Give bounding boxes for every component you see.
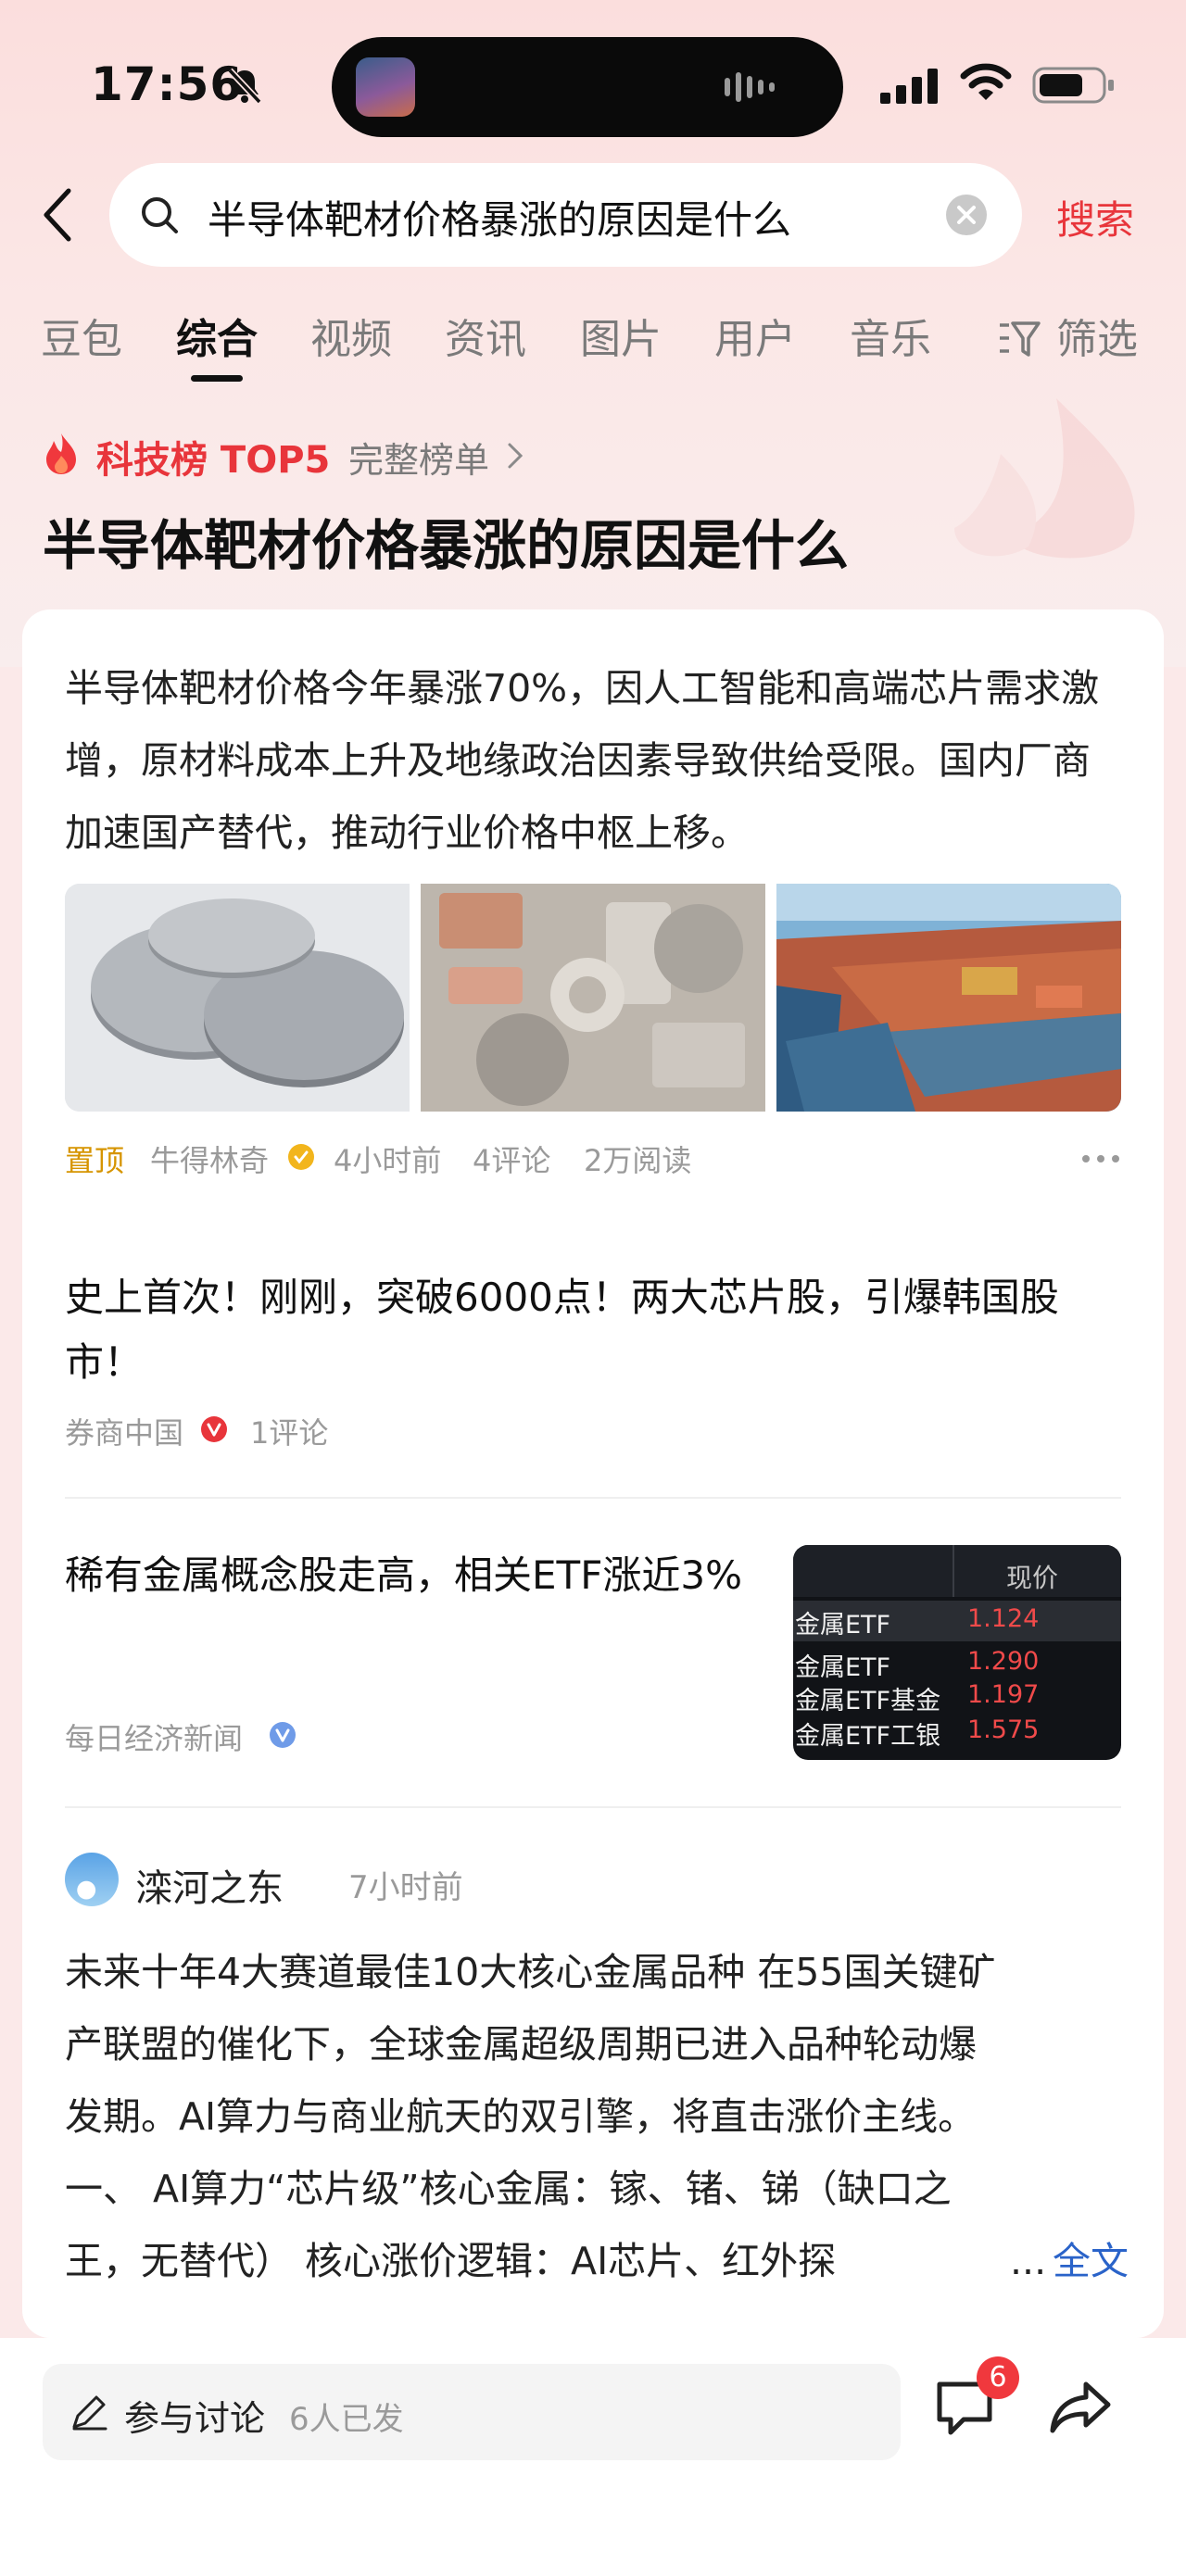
- dynamic-island[interactable]: [332, 37, 843, 137]
- status-time: 17:56: [91, 57, 244, 111]
- news-source[interactable]: 券商中国: [65, 1410, 183, 1452]
- post-ellipsis: ...: [1010, 2239, 1047, 2283]
- post-time: 7小时前: [348, 1869, 463, 1906]
- summary-source[interactable]: 牛得林奇: [150, 1137, 269, 1180]
- post-text-line: 发期。AI算力与商业航天的双引擎，将直击涨价主线。: [65, 2094, 977, 2139]
- back-icon[interactable]: [39, 185, 76, 245]
- quote-row: 金属ETF 1.124: [793, 1601, 1121, 1641]
- pinned-label: 置顶: [65, 1143, 125, 1178]
- ai-summary-text[interactable]: 半导体靶材价格今年暴涨70%，因人工智能和高端芯片需求激增，原材料成本上升及地缘…: [65, 652, 1121, 869]
- tab-music[interactable]: 音乐: [850, 306, 931, 365]
- full-list-link[interactable]: 完整榜单: [348, 432, 489, 483]
- hot-list-label: 科技榜 TOP5: [96, 439, 331, 482]
- etf-quote-thumbnail[interactable]: 现价 金属ETF 1.124 金属ETF 1.290 金属ETF基金 1.197…: [793, 1545, 1121, 1760]
- audio-wave-icon: [725, 72, 775, 102]
- tab-news[interactable]: 资讯: [445, 306, 526, 365]
- news-source[interactable]: 每日经济新闻: [65, 1715, 243, 1758]
- quote-table-header: 现价: [793, 1545, 1121, 1597]
- container-port-image[interactable]: [776, 884, 1121, 1112]
- quote-row: 金属ETF工银 1.575: [793, 1712, 1121, 1753]
- divider: [65, 1497, 1121, 1499]
- quote-price: 1.197: [967, 1680, 1040, 1709]
- pen-icon: [72, 2395, 107, 2431]
- search-input[interactable]: 半导体靶材价格暴涨的原因是什么: [109, 163, 1022, 267]
- post-text-line: 王，无替代） 核心涨价逻辑：AI芯片、红外探: [65, 2239, 837, 2283]
- flame-decoration: [954, 398, 1135, 559]
- search-icon: [142, 197, 178, 233]
- battery-icon: [1032, 67, 1114, 104]
- quote-price: 1.575: [967, 1715, 1040, 1744]
- summary-reads: 2万阅读: [584, 1143, 692, 1178]
- chevron-right-icon: [508, 443, 524, 469]
- post-text-line: 产联盟的催化下，全球金属超级周期已进入品种轮动爆: [65, 2022, 977, 2067]
- results-card: 半导体靶材价格今年暴涨70%，因人工智能和高端芯片需求激增，原材料成本上升及地缘…: [22, 609, 1164, 2338]
- post-body[interactable]: 未来十年4大赛道最佳10大核心金属品种 在55国关键矿 产联盟的催化下，全球金属…: [65, 1936, 1129, 2297]
- divider: [65, 1806, 1121, 1808]
- discuss-count: 6人已发: [289, 2401, 404, 2438]
- news-title[interactable]: 稀有金属概念股走高，相关ETF涨近3%: [65, 1543, 769, 1608]
- news-meta: 券商中国 1评论: [65, 1410, 621, 1451]
- quote-price: 1.124: [967, 1604, 1040, 1633]
- news-title[interactable]: 史上首次！刚刚，突破6000点！两大芯片股，引爆韩国股市！: [65, 1265, 1121, 1395]
- summary-comments[interactable]: 4评论: [473, 1137, 550, 1180]
- post-header: 滦河之东 7小时前: [65, 1853, 806, 1910]
- share-icon[interactable]: [1049, 2379, 1112, 2436]
- summary-meta: 置顶 牛得林奇 4小时前 4评论 2万阅读: [65, 1137, 1121, 1184]
- tab-doubao[interactable]: 豆包: [41, 306, 122, 365]
- active-tab-indicator: [191, 375, 243, 382]
- bottom-action-bar: 参与讨论 6人已发 6: [0, 2338, 1186, 2576]
- tab-images[interactable]: 图片: [580, 306, 662, 365]
- post-text-line: 一、 AI算力“芯片级”核心金属：镓、锗、锑（缺口之: [65, 2167, 952, 2211]
- price-column-header: 现价: [1006, 1563, 1059, 1593]
- metal-parts-image[interactable]: [421, 884, 765, 1112]
- post-author[interactable]: 滦河之东: [135, 1858, 284, 1912]
- cellular-signal-icon: [880, 69, 938, 104]
- column-divider: [953, 1545, 954, 1597]
- bell-slash-icon: [227, 68, 262, 105]
- quote-price: 1.290: [967, 1647, 1040, 1676]
- tab-filter[interactable]: 筛选: [1056, 306, 1138, 365]
- quote-name: 金属ETF: [795, 1611, 891, 1640]
- status-bar: 17:56: [0, 0, 1186, 139]
- post-text-line: 未来十年4大赛道最佳10大核心金属品种 在55国关键矿: [65, 1950, 996, 1994]
- wifi-icon: [960, 63, 1012, 100]
- summary-images: [65, 884, 1121, 1112]
- read-full-link[interactable]: 全文: [1053, 2225, 1129, 2297]
- page-title: 半导体靶材价格暴涨的原因是什么: [43, 514, 850, 577]
- more-options-icon[interactable]: [1080, 1145, 1121, 1173]
- news-meta: 每日经济新闻: [65, 1715, 621, 1756]
- tab-video[interactable]: 视频: [310, 306, 392, 365]
- post-last-line: 王，无替代） 核心涨价逻辑：AI芯片、红外探 ... 全文: [65, 2225, 1129, 2297]
- verified-blue-icon: [270, 1722, 296, 1748]
- comment-count-badge: 6: [977, 2356, 1019, 2399]
- summary-time: 4小时前: [334, 1143, 442, 1178]
- quote-name: 金属ETF工银: [795, 1722, 941, 1751]
- join-discussion-input[interactable]: 参与讨论 6人已发: [43, 2364, 901, 2460]
- tab-all[interactable]: 综合: [176, 306, 258, 365]
- filter-icon[interactable]: [998, 318, 1041, 360]
- sputtering-target-discs-image[interactable]: [65, 884, 410, 1112]
- tab-users[interactable]: 用户: [714, 306, 796, 365]
- verified-red-icon: [201, 1416, 227, 1442]
- hot-list-row[interactable]: 科技榜 TOP5 完整榜单: [43, 428, 691, 484]
- avatar[interactable]: [65, 1853, 119, 1906]
- search-query: 半导体靶材价格暴涨的原因是什么: [208, 197, 792, 243]
- search-button[interactable]: 搜索: [1056, 189, 1134, 245]
- verified-yellow-icon: [288, 1144, 314, 1170]
- discuss-label: 参与讨论: [124, 2398, 266, 2439]
- fire-icon: [46, 434, 76, 474]
- now-playing-artwork: [356, 57, 415, 117]
- clear-icon[interactable]: [944, 193, 989, 237]
- news-comments[interactable]: 1评论: [250, 1410, 328, 1452]
